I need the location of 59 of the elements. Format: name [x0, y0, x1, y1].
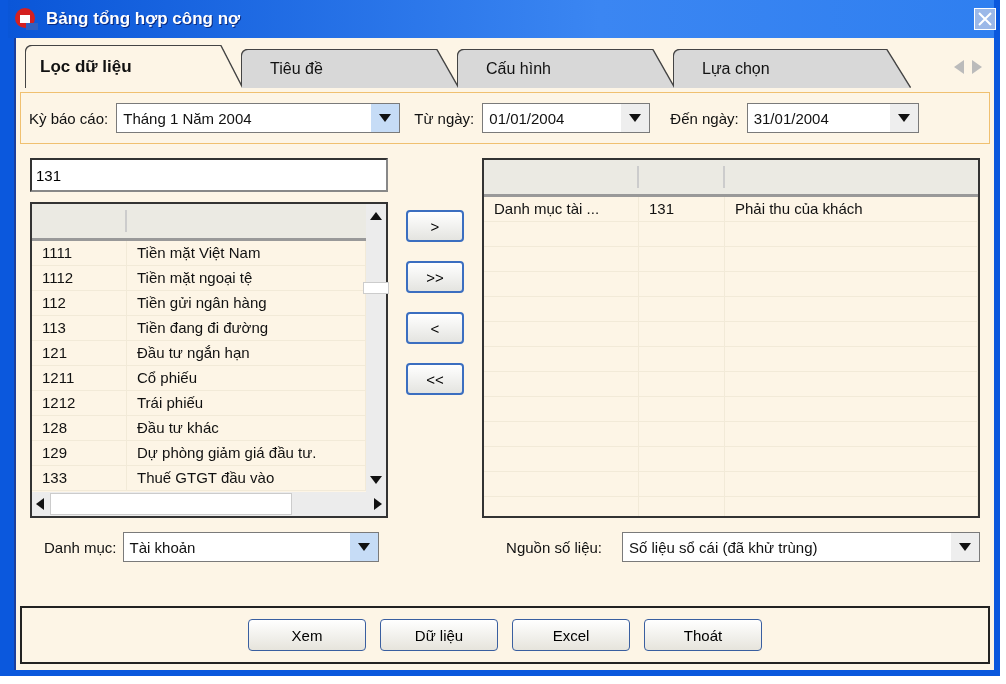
- action-button[interactable]: Xem: [248, 619, 366, 651]
- account-code: 112: [32, 291, 127, 315]
- move-button[interactable]: <<: [406, 363, 464, 395]
- caret-down-icon: [959, 543, 971, 551]
- account-code: 1211: [32, 366, 127, 390]
- window-title: Bảng tổng hợp công nợ: [46, 9, 242, 29]
- to-date-dropdown[interactable]: 31/01/2004: [746, 103, 919, 133]
- from-date-label: Từ ngày:: [414, 109, 475, 127]
- move-button[interactable]: >: [406, 210, 464, 242]
- dropdown-button[interactable]: [951, 533, 979, 561]
- combo-value: 31/01/2004: [752, 109, 830, 127]
- combo-value: Số liệu sổ cái (đã khử trùng): [628, 538, 819, 556]
- caret-down-icon: [357, 543, 370, 551]
- app-logo-icon: [14, 7, 38, 31]
- account-code: 121: [32, 341, 127, 365]
- category-label: Danh mục:: [44, 538, 117, 556]
- account-code: 128: [32, 416, 127, 440]
- scroll-right-icon[interactable]: [374, 498, 382, 510]
- scroll-up-icon: [370, 212, 382, 220]
- caret-down-icon: [629, 114, 642, 122]
- tab[interactable]: Cấu hình: [458, 50, 674, 88]
- move-button[interactable]: >>: [406, 261, 464, 293]
- period-dropdown[interactable]: Tháng 1 Năm 2004: [116, 103, 401, 133]
- scroll-left-icon[interactable]: [36, 498, 44, 510]
- data-source-label: Nguồn số liệu:: [506, 538, 602, 556]
- tab[interactable]: Tiêu đề: [242, 50, 458, 88]
- period-label: Kỳ báo cáo:: [29, 109, 109, 127]
- caret-down-icon: [897, 114, 910, 122]
- tab[interactable]: Lựa chọn: [674, 50, 910, 88]
- table-cell: 131: [639, 197, 725, 221]
- account-code: 133: [32, 466, 127, 490]
- caret-down-icon: [379, 114, 392, 122]
- move-button[interactable]: <: [406, 312, 464, 344]
- table-cell: Phải thu của khách: [725, 197, 978, 221]
- combo-value: Tháng 1 Năm 2004: [122, 109, 253, 127]
- dropdown-button[interactable]: [889, 104, 918, 132]
- action-button[interactable]: Excel: [512, 619, 630, 651]
- data-source-dropdown[interactable]: Số liệu sổ cái (đã khử trùng): [622, 532, 980, 562]
- scroll-thumb[interactable]: [363, 282, 389, 294]
- table-cell: Danh mục tài ...: [484, 197, 639, 221]
- account-code: 113: [32, 316, 127, 340]
- account-code: 1112: [32, 266, 127, 290]
- to-date-label: Đến ngày:: [670, 109, 739, 127]
- dropdown-button[interactable]: [349, 533, 378, 561]
- close-icon: [978, 12, 992, 26]
- search-field[interactable]: 131: [30, 158, 388, 192]
- account-code: 1212: [32, 391, 127, 415]
- action-button[interactable]: Thoát: [644, 619, 762, 651]
- category-dropdown[interactable]: Tài khoản: [122, 532, 379, 562]
- combo-value: 01/01/2004: [488, 109, 566, 127]
- dropdown-button[interactable]: [371, 104, 400, 132]
- dropdown-button[interactable]: [621, 104, 650, 132]
- combo-value: Tài khoản: [128, 538, 197, 556]
- scroll-down-icon: [370, 476, 382, 484]
- from-date-dropdown[interactable]: 01/01/2004: [482, 103, 651, 133]
- account-code: 1111: [32, 241, 127, 265]
- scroll-thumb[interactable]: [50, 493, 292, 515]
- account-code: 129: [32, 441, 127, 465]
- action-button[interactable]: Dữ liệu: [380, 619, 498, 651]
